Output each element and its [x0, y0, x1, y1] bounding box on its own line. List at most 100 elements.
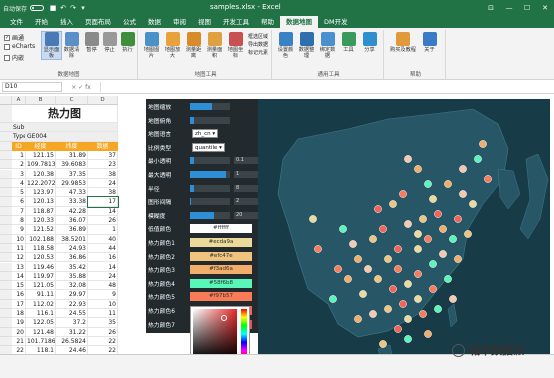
- table-cell[interactable]: 22: [88, 336, 118, 347]
- menu-tab-5[interactable]: 数据: [142, 16, 167, 28]
- row-header[interactable]: [0, 188, 12, 198]
- undo-icon[interactable]: ↶: [58, 4, 68, 12]
- name-box[interactable]: D10: [2, 82, 62, 92]
- color-swatch[interactable]: #ecda9a: [190, 238, 252, 247]
- check-huatong[interactable]: ✓ 画通: [4, 33, 24, 42]
- row-header[interactable]: [0, 243, 12, 254]
- table-cell[interactable]: 42.28: [56, 206, 88, 216]
- table-cell[interactable]: 20: [12, 327, 26, 337]
- slider[interactable]: [190, 211, 230, 219]
- sheet-title[interactable]: 热力图: [12, 105, 118, 123]
- table-cell[interactable]: 23: [88, 160, 118, 170]
- measure-area-button[interactable]: 测量面积: [205, 32, 224, 59]
- row-header[interactable]: [0, 309, 12, 319]
- row-header[interactable]: [0, 271, 12, 282]
- menu-tab-4[interactable]: 公式: [117, 16, 142, 28]
- slider[interactable]: [190, 184, 230, 192]
- save-icon[interactable]: ■: [48, 4, 58, 12]
- row-header[interactable]: [0, 169, 12, 179]
- table-cell[interactable]: 6: [12, 197, 26, 207]
- table-cell[interactable]: 4: [12, 178, 26, 189]
- map-canvas[interactable]: [258, 99, 550, 362]
- clear-data-button[interactable]: 数据清除: [62, 32, 81, 59]
- table-header-cell[interactable]: 纬度: [56, 141, 88, 151]
- table-cell[interactable]: 120.53: [26, 253, 56, 263]
- table-cell[interactable]: 16: [88, 253, 118, 263]
- table-cell[interactable]: 37.35: [56, 169, 88, 179]
- map-image-button[interactable]: 地图图片: [142, 32, 161, 59]
- table-cell[interactable]: 8: [12, 216, 26, 226]
- table-cell[interactable]: 119.97: [26, 271, 56, 282]
- menu-tab-2[interactable]: 插入: [54, 16, 79, 28]
- mark-element-button[interactable]: 标记元素: [248, 49, 268, 57]
- run-button[interactable]: 执行: [118, 32, 137, 53]
- export-data-button[interactable]: 导出数据: [248, 41, 268, 49]
- menu-tab-8[interactable]: 开发工具: [217, 16, 255, 28]
- table-cell[interactable]: 119.46: [26, 262, 56, 272]
- dropdown[interactable]: quantile ▾: [192, 142, 225, 152]
- picker-cursor[interactable]: [221, 315, 227, 321]
- table-cell[interactable]: 47.33: [56, 188, 88, 198]
- row-header[interactable]: [0, 262, 12, 272]
- table-cell[interactable]: 26: [88, 216, 118, 226]
- table-cell[interactable]: 118.58: [26, 243, 56, 254]
- table-cell[interactable]: 40: [88, 234, 118, 244]
- column-header[interactable]: D: [88, 96, 118, 105]
- row-header[interactable]: [0, 299, 12, 309]
- buy-tutorial-button[interactable]: 购买及教程: [390, 32, 416, 53]
- map-view[interactable]: 卫星 旗帜: [258, 99, 550, 362]
- spreadsheet-grid[interactable]: A B C D 热力图 Sub Type GE004 ID 经度 纬度 数据 1 121.15 31.89 3…: [0, 96, 145, 354]
- row-header[interactable]: [0, 123, 12, 133]
- saturation-square[interactable]: [193, 309, 237, 359]
- row-header[interactable]: [0, 141, 12, 151]
- table-cell[interactable]: 36.86: [56, 253, 88, 263]
- formula-symbols[interactable]: × ✓ fx: [62, 84, 100, 91]
- table-cell[interactable]: 21: [12, 336, 26, 347]
- table-cell[interactable]: 120.13: [26, 197, 56, 207]
- select-region-button[interactable]: 框选区域: [248, 33, 268, 41]
- table-cell[interactable]: 17: [12, 299, 26, 309]
- tools-button[interactable]: 工具: [339, 32, 358, 53]
- customize-icon[interactable]: ▾: [78, 4, 88, 12]
- show-panel-button[interactable]: 显示面板: [41, 31, 62, 60]
- table-cell[interactable]: 19: [12, 318, 26, 328]
- table-cell[interactable]: 22.93: [56, 299, 88, 309]
- table-cell[interactable]: 121.05: [26, 281, 56, 291]
- stop-button[interactable]: 停止: [100, 32, 119, 53]
- color-swatch[interactable]: #ffffff: [190, 224, 252, 234]
- map-coord-button[interactable]: 地图坐标: [226, 32, 245, 59]
- table-cell[interactable]: 16: [12, 290, 26, 300]
- table-cell[interactable]: 91.11: [26, 290, 56, 300]
- table-cell[interactable]: 109.7813: [26, 160, 56, 170]
- table-cell[interactable]: 121.48: [26, 327, 56, 337]
- hue-slider[interactable]: [241, 309, 247, 359]
- formula-input[interactable]: [100, 82, 554, 92]
- column-header[interactable]: B: [26, 96, 56, 105]
- table-cell[interactable]: 2: [12, 160, 26, 170]
- table-cell[interactable]: 102.188: [26, 234, 56, 244]
- menu-tab-11[interactable]: DM开发: [318, 16, 354, 28]
- table-cell[interactable]: 22: [88, 346, 118, 354]
- table-cell[interactable]: 35.42: [56, 262, 88, 272]
- slider[interactable]: [190, 103, 230, 110]
- table-cell[interactable]: 24.55: [56, 309, 88, 319]
- table-cell[interactable]: 38: [88, 188, 118, 198]
- row-header[interactable]: [0, 281, 12, 291]
- slider-value[interactable]: 20: [234, 211, 258, 219]
- table-cell[interactable]: 14: [88, 206, 118, 216]
- table-cell[interactable]: 13: [12, 262, 26, 272]
- table-cell[interactable]: 18: [12, 309, 26, 319]
- table-cell[interactable]: 121.52: [26, 225, 56, 235]
- row-header[interactable]: [0, 336, 12, 347]
- menu-tab-9[interactable]: 帮助: [255, 16, 280, 28]
- table-cell[interactable]: 121.15: [26, 150, 56, 161]
- row-header[interactable]: [0, 216, 12, 226]
- slider-value[interactable]: 0.1: [234, 157, 258, 165]
- row-header[interactable]: [0, 197, 12, 207]
- menu-tab-0[interactable]: 文件: [4, 16, 29, 28]
- table-cell[interactable]: 36.07: [56, 216, 88, 226]
- data-tidy-button[interactable]: 数据整理: [297, 32, 316, 59]
- dropdown[interactable]: zh_cn ▾: [192, 129, 219, 139]
- table-cell[interactable]: 3: [12, 169, 26, 179]
- row-header[interactable]: [0, 150, 12, 161]
